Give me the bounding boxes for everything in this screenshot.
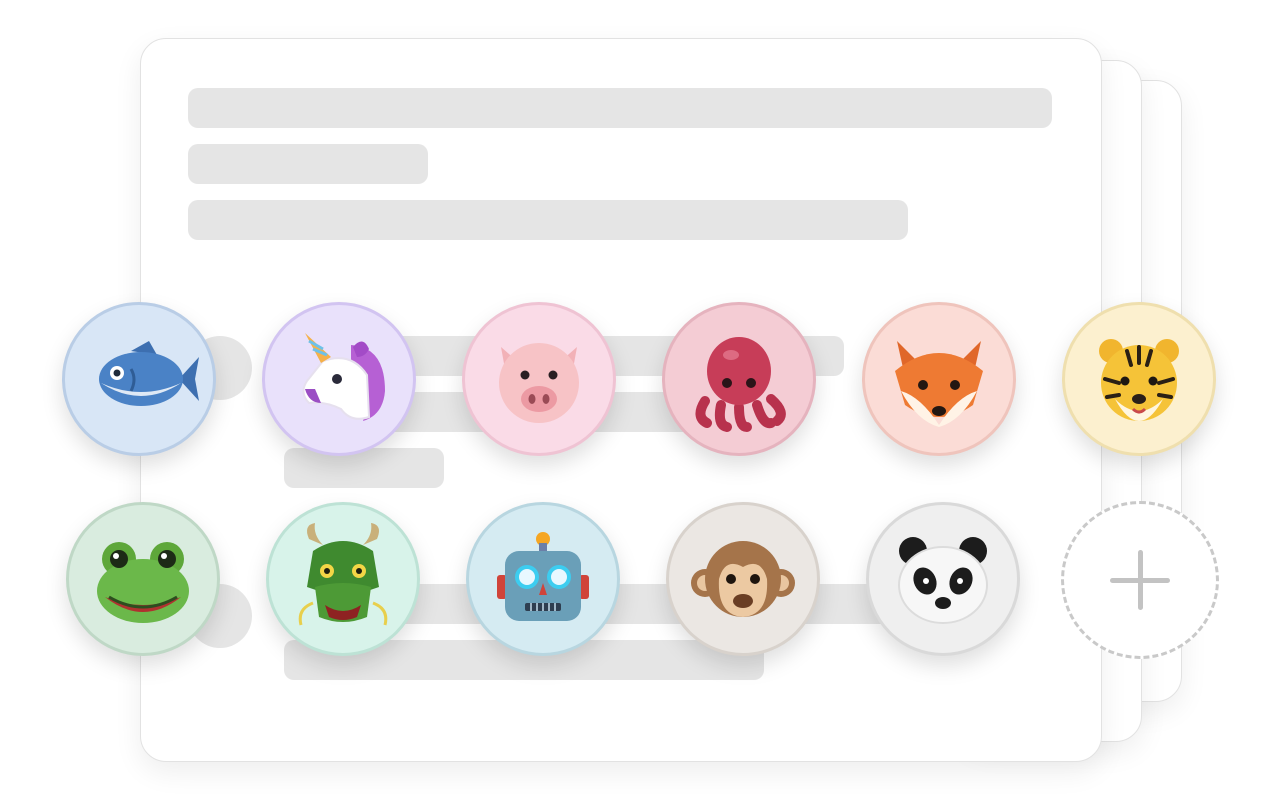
tiger-icon	[1099, 339, 1179, 421]
monkey-icon	[691, 541, 795, 617]
octopus-icon	[695, 337, 786, 432]
avatar-robot[interactable]	[466, 502, 620, 656]
avatar-monkey[interactable]	[666, 502, 820, 656]
fox-icon	[895, 341, 983, 427]
pig-icon	[499, 343, 579, 423]
skeleton-line	[284, 448, 444, 488]
skeleton-line	[188, 200, 908, 240]
frog-icon	[97, 542, 189, 623]
avatar-picker-stage	[0, 0, 1280, 800]
panda-icon	[898, 537, 988, 624]
add-avatar-button[interactable]	[1061, 501, 1219, 659]
avatar-frog[interactable]	[66, 502, 220, 656]
fish-icon	[99, 341, 199, 406]
unicorn-icon	[302, 333, 385, 421]
avatar-tiger[interactable]	[1062, 302, 1216, 456]
avatar-unicorn[interactable]	[262, 302, 416, 456]
avatar-octopus[interactable]	[662, 302, 816, 456]
avatar-pig[interactable]	[462, 302, 616, 456]
plus-icon-vertical	[1138, 550, 1143, 610]
avatar-dragon[interactable]	[266, 502, 420, 656]
avatar-fox[interactable]	[862, 302, 1016, 456]
avatar-fish[interactable]	[62, 302, 216, 456]
robot-icon	[497, 532, 589, 621]
avatar-panda[interactable]	[866, 502, 1020, 656]
skeleton-line	[188, 88, 1052, 128]
skeleton-line	[188, 144, 428, 184]
dragon-icon	[298, 523, 388, 626]
